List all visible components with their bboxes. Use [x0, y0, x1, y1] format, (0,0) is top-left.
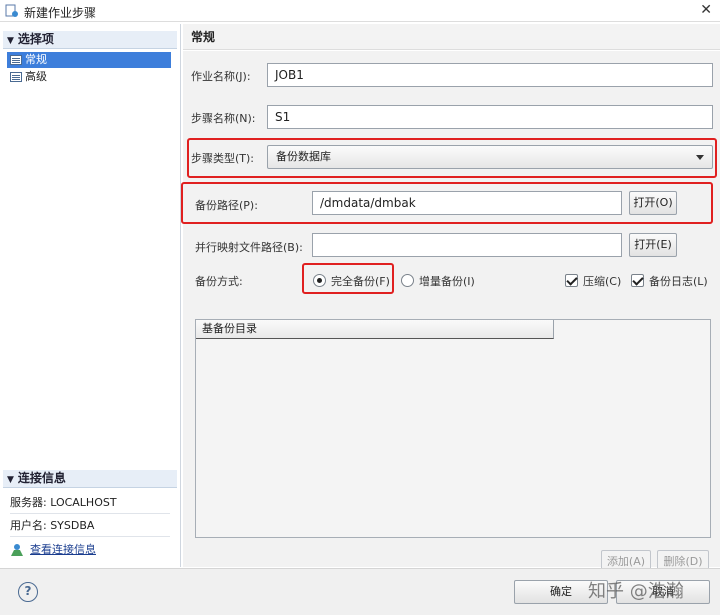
server-info: 服务器: LOCALHOST: [10, 491, 170, 514]
bottom-bar: ? 确定 取消 知乎 @浩瀚: [0, 568, 720, 615]
close-icon[interactable]: ✕: [700, 2, 712, 18]
parallel-map-input[interactable]: [312, 233, 622, 257]
nav-item-general[interactable]: 常规: [7, 52, 171, 68]
job-name-input[interactable]: JOB1: [267, 63, 713, 87]
form-area: 作业名称(J): JOB1 步骤名称(N): S1 步骤类型(T): 备份数据库…: [181, 51, 720, 574]
compress-checkbox[interactable]: [565, 274, 578, 287]
watermark: 知乎 @浩瀚: [588, 581, 684, 602]
left-nav: ▼ 选择项 常规 高级 ▼ 连接信息 服务器: LOCALHOST 用户名: SYS…: [0, 24, 181, 567]
collapse-arrow-icon[interactable]: ▼: [7, 475, 14, 485]
job-name-label: 作业名称(J):: [191, 70, 251, 83]
user-info: 用户名: SYSDBA: [10, 514, 170, 537]
connection-section-header[interactable]: ▼ 连接信息: [3, 470, 177, 488]
view-connection-row: 查看连接信息: [10, 538, 170, 561]
table-column-header[interactable]: 基备份目录: [196, 320, 554, 339]
open-parallel-map-button[interactable]: 打开(E): [629, 233, 677, 257]
step-name-label: 步骤名称(N):: [191, 112, 256, 125]
connection-icon: [11, 544, 23, 556]
incremental-backup-label[interactable]: 增量备份(I): [419, 273, 475, 289]
title-bar: 新建作业步骤 ✕: [0, 0, 720, 22]
backup-path-label: 备份路径(P):: [195, 199, 258, 212]
collapse-arrow-icon[interactable]: ▼: [7, 36, 14, 46]
full-backup-radio[interactable]: [313, 274, 326, 287]
help-icon[interactable]: ?: [18, 582, 38, 602]
step-type-select[interactable]: 备份数据库: [267, 145, 713, 169]
open-backup-path-button[interactable]: 打开(O): [629, 191, 677, 215]
incremental-backup-radio[interactable]: [401, 274, 414, 287]
panel-title: 常规: [183, 24, 720, 50]
form-panel: 常规 作业名称(J): JOB1 步骤名称(N): S1 步骤类型(T): 备份…: [181, 24, 720, 574]
backup-path-input[interactable]: /dmdata/dmbak: [312, 191, 622, 215]
list-icon: [10, 72, 22, 82]
nav-item-advanced[interactable]: 高级: [7, 69, 171, 85]
dropdown-arrow-icon[interactable]: [696, 155, 704, 160]
nav-item-label: 高级: [25, 70, 47, 83]
compress-label[interactable]: 压缩(C): [583, 273, 621, 289]
backup-log-checkbox[interactable]: [631, 274, 644, 287]
select-section-header[interactable]: ▼ 选择项: [3, 31, 177, 49]
step-type-label: 步骤类型(T):: [191, 152, 255, 165]
window-title: 新建作业步骤: [24, 6, 97, 20]
step-type-value: 备份数据库: [276, 150, 331, 163]
connection-section-label: 连接信息: [17, 471, 66, 485]
backup-mode-label: 备份方式:: [195, 275, 243, 288]
list-icon: [10, 55, 22, 65]
nav-item-label: 常规: [25, 53, 47, 66]
app-icon: [5, 4, 18, 17]
backup-log-label[interactable]: 备份日志(L): [649, 273, 708, 289]
parallel-map-label: 并行映射文件路径(B):: [195, 241, 303, 254]
step-name-input[interactable]: S1: [267, 105, 713, 129]
select-section-label: 选择项: [17, 32, 54, 46]
view-connection-link[interactable]: 查看连接信息: [30, 543, 96, 556]
base-backup-dir-table[interactable]: 基备份目录: [195, 319, 711, 538]
full-backup-label[interactable]: 完全备份(F): [331, 273, 390, 289]
